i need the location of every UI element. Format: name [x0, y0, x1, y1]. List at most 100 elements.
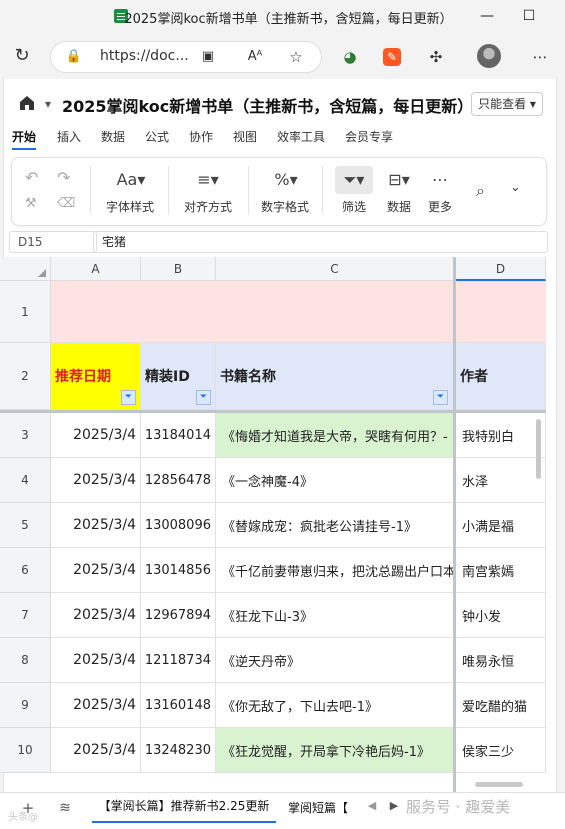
book-title-cell[interactable]: 《千亿前妻带崽归来，把沈总踢出户口本 — [216, 548, 454, 593]
url-text[interactable]: https://doc... — [100, 48, 189, 64]
row-header[interactable]: 4 — [0, 458, 51, 503]
filter-dropdown-icon[interactable]: ⏷ — [433, 390, 448, 405]
author-cell[interactable]: 唯易永恒 — [456, 638, 546, 683]
tab-formula[interactable]: 公式 — [145, 128, 169, 145]
filter-icon[interactable]: ⏷▾ — [337, 170, 371, 190]
sheet-tab-active[interactable]: 【掌阅长篇】推荐新书2.25更新 — [92, 792, 276, 823]
header-book-cell[interactable]: 书籍名称 — [216, 343, 454, 410]
redo-icon[interactable]: ↷ — [57, 168, 70, 187]
id-cell[interactable]: 12967894 — [141, 593, 216, 638]
more-label[interactable]: 更多 — [416, 198, 464, 215]
scroll-tabs-right-icon[interactable]: ▶ — [384, 796, 404, 816]
row-header[interactable]: 1 — [0, 281, 51, 343]
select-all-corner[interactable] — [0, 257, 51, 281]
banner-row-cell[interactable] — [456, 281, 546, 343]
frozen-column-divider[interactable] — [453, 257, 456, 797]
author-cell[interactable]: 小满是福 — [456, 503, 546, 548]
row-header[interactable]: 5 — [0, 503, 51, 548]
scroll-tabs-left-icon[interactable]: ◀ — [362, 796, 382, 816]
header-author-cell[interactable]: 作者 — [456, 343, 546, 410]
extension-orange-icon[interactable]: ✎ — [383, 48, 401, 66]
filter-dropdown-icon[interactable]: ⏷ — [121, 390, 136, 405]
minimize-icon[interactable]: — — [477, 6, 497, 26]
data-icon[interactable]: ⊟▾ — [382, 170, 416, 189]
book-title-cell[interactable]: 《狂龙下山-3》 — [216, 593, 454, 638]
banner-row-cell[interactable] — [51, 281, 454, 343]
author-cell[interactable]: 我特别白 — [456, 413, 546, 458]
author-cell[interactable]: 水泽 — [456, 458, 546, 503]
number-format-label[interactable]: 数字格式 — [255, 198, 315, 215]
profile-avatar[interactable] — [477, 44, 501, 68]
home-icon[interactable] — [18, 94, 36, 112]
id-cell[interactable]: 13160148 — [141, 683, 216, 728]
tab-insert[interactable]: 插入 — [57, 128, 81, 145]
author-cell[interactable]: 南宫紫嫣 — [456, 548, 546, 593]
maximize-icon[interactable]: ☐ — [519, 6, 539, 26]
date-cell[interactable]: 2025/3/4 — [51, 458, 141, 503]
search-icon[interactable]: ⌕ — [476, 181, 485, 201]
column-header-a[interactable]: A — [51, 257, 141, 281]
column-header-c[interactable]: C — [216, 257, 454, 281]
format-painter-icon[interactable]: ⚒ — [25, 196, 37, 211]
view-mode-dropdown[interactable]: 只能查看 ▾ — [471, 92, 543, 116]
date-cell[interactable]: 2025/3/4 — [51, 683, 141, 728]
tab-collaborate[interactable]: 协作 — [189, 128, 213, 145]
column-header-b[interactable]: B — [141, 257, 216, 281]
filter-dropdown-icon[interactable]: ⏷ — [196, 390, 211, 405]
id-cell[interactable]: 12118734 — [141, 638, 216, 683]
more-icon[interactable]: ⋯ — [428, 170, 452, 189]
book-title-cell[interactable]: 《悔婚才知道我是大帝，哭瞎有何用？- — [216, 413, 454, 458]
formula-input[interactable]: 宅猪 — [93, 231, 548, 253]
date-cell[interactable]: 2025/3/4 — [51, 548, 141, 593]
reload-icon[interactable]: ↻ — [12, 46, 32, 66]
lock-icon[interactable]: 🔒 — [64, 47, 84, 67]
tab-efficiency-tools[interactable]: 效率工具 — [277, 128, 325, 145]
date-cell[interactable]: 2025/3/4 — [51, 413, 141, 458]
book-title-cell[interactable]: 《狂龙觉醒，开局拿下冷艳后妈-1》 — [216, 728, 454, 773]
id-cell[interactable]: 12856478 — [141, 458, 216, 503]
date-cell[interactable]: 2025/3/4 — [51, 593, 141, 638]
book-title-cell[interactable]: 《你无敌了，下山去吧-1》 — [216, 683, 454, 728]
eraser-icon[interactable]: ⌫ — [57, 196, 75, 211]
column-header-d[interactable]: D — [456, 257, 546, 281]
percent-icon[interactable]: %▾ — [268, 170, 304, 189]
read-aloud-icon[interactable]: Aᴬ — [245, 47, 265, 67]
extensions-puzzle-icon[interactable]: ✣ — [426, 47, 446, 67]
align-icon[interactable]: ≡▾ — [190, 170, 226, 189]
row-header[interactable]: 6 — [0, 548, 51, 593]
filter-label[interactable]: 筛选 — [330, 198, 378, 215]
favorite-star-icon[interactable]: ☆ — [286, 47, 306, 67]
font-style-icon[interactable]: Aa▾ — [113, 170, 149, 189]
align-label[interactable]: 对齐方式 — [178, 198, 238, 215]
date-cell[interactable]: 2025/3/4 — [51, 638, 141, 683]
book-title-cell[interactable]: 《一念神魔-4》 — [216, 458, 454, 503]
chevron-down-icon[interactable]: ▾ — [45, 97, 51, 111]
sheet-tab[interactable]: 掌阅短篇【 — [288, 799, 348, 816]
tab-data[interactable]: 数据 — [101, 128, 125, 145]
tab-view[interactable]: 视图 — [233, 128, 257, 145]
font-style-label[interactable]: 字体样式 — [100, 198, 160, 215]
row-header[interactable]: 10 — [0, 728, 51, 773]
tab-member[interactable]: 会员专享 — [345, 128, 393, 145]
tab-home[interactable]: 开始 — [12, 128, 36, 145]
author-cell[interactable]: 侯家三少 — [456, 728, 546, 773]
date-cell[interactable]: 2025/3/4 — [51, 728, 141, 773]
row-header[interactable]: 7 — [0, 593, 51, 638]
author-cell[interactable]: 爱吃醋的猫 — [456, 683, 546, 728]
extension-globe-icon[interactable]: ◕ — [340, 47, 360, 67]
sheet-list-icon[interactable]: ≋ — [55, 798, 75, 818]
vertical-scrollbar[interactable] — [536, 419, 541, 479]
row-header[interactable]: 9 — [0, 683, 51, 728]
row-header[interactable]: 2 — [0, 343, 51, 410]
undo-icon[interactable]: ↶ — [25, 168, 38, 187]
date-cell[interactable]: 2025/3/4 — [51, 503, 141, 548]
book-title-cell[interactable]: 《逆天丹帝》 — [216, 638, 454, 683]
id-cell[interactable]: 13008096 — [141, 503, 216, 548]
id-cell[interactable]: 13248230 — [141, 728, 216, 773]
book-title-cell[interactable]: 《替嫁成宠：疯批老公请挂号-1》 — [216, 503, 454, 548]
spreadsheet-grid[interactable]: A B C D 1 2 推荐日期 ⏷ 精装ID ⏷ 书籍名称 ⏷ 作者 3 202… — [0, 257, 546, 797]
id-cell[interactable]: 13184014 — [141, 413, 216, 458]
collapse-chevron-icon[interactable]: ⌄ — [510, 180, 521, 195]
author-cell[interactable]: 钟小发 — [456, 593, 546, 638]
browser-menu-icon[interactable]: ⋯ — [530, 47, 550, 67]
